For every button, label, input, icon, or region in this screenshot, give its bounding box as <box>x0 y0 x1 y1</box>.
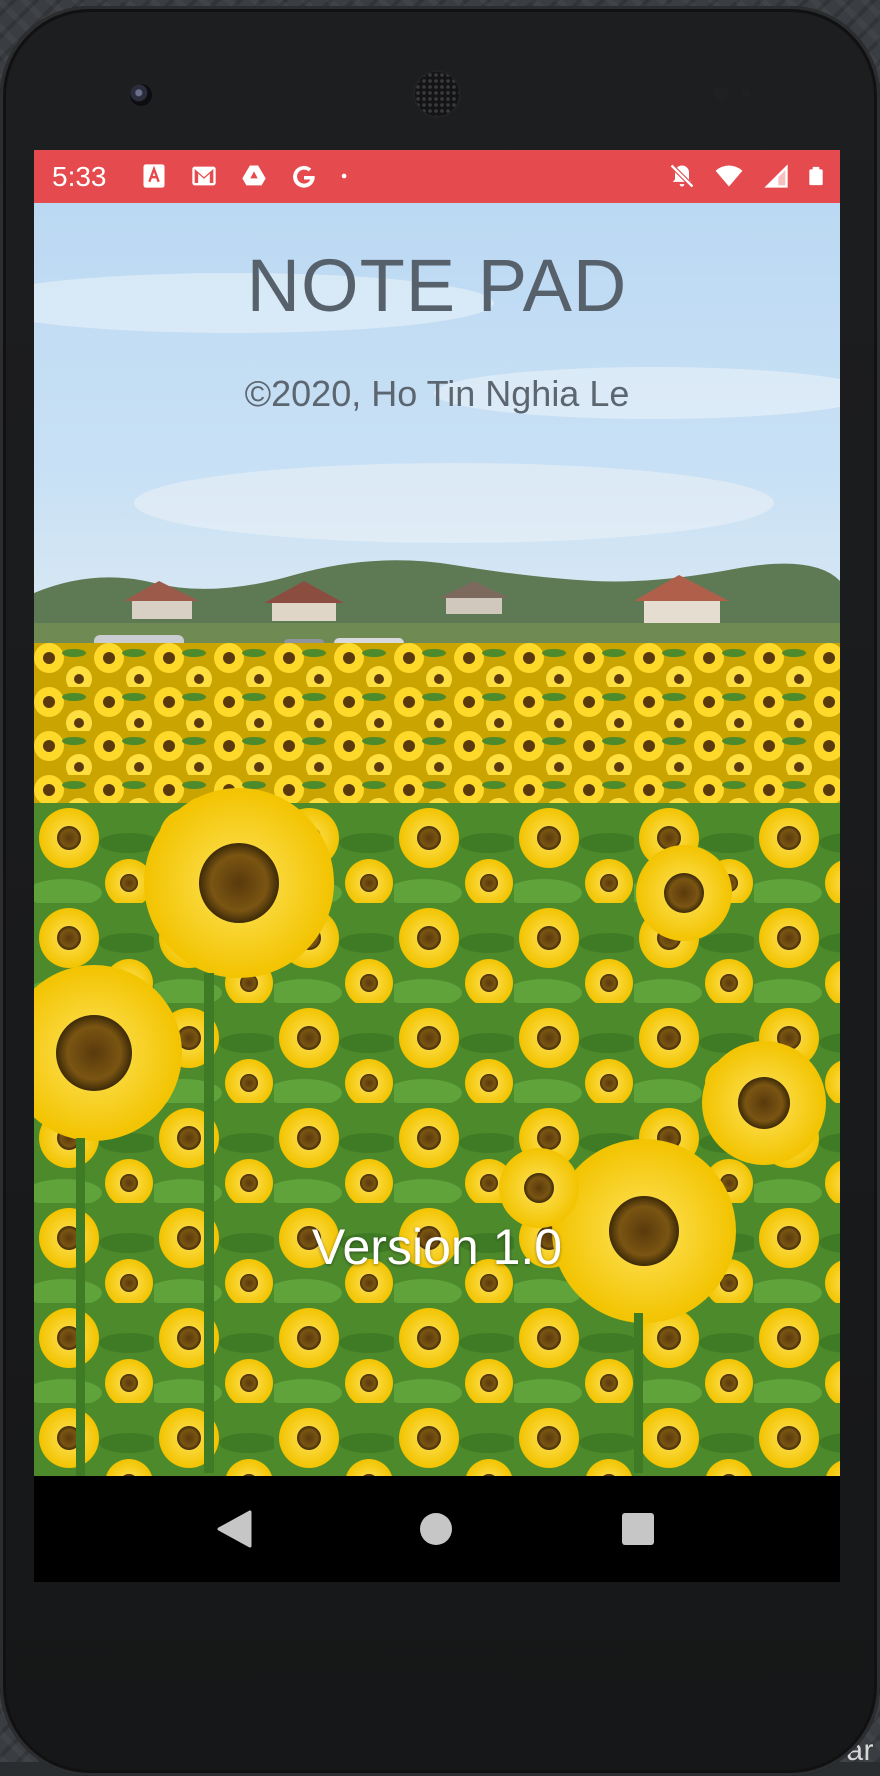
gmail-icon <box>192 166 216 186</box>
status-system-icons <box>668 162 826 190</box>
app-copyright: ©2020, Ho Tin Nghia Le <box>244 373 630 414</box>
front-camera <box>130 84 152 106</box>
proximity-sensor <box>714 86 728 100</box>
splash-screen: NOTE PAD ©2020, Ho Tin Nghia Le Version … <box>34 203 840 1476</box>
notification-dot-icon <box>341 173 347 179</box>
battery-icon <box>809 166 823 186</box>
wifi-icon <box>715 165 743 187</box>
recents-icon[interactable] <box>620 1510 656 1548</box>
status-notification-icons <box>140 162 354 190</box>
cell-signal-icon <box>764 164 788 188</box>
accessibility-icon <box>143 164 165 188</box>
status-time: 5:33 <box>52 161 107 192</box>
notifications-off-icon <box>669 163 695 189</box>
phone-frame: 5:33 NOTE PAD ©2020, Ho Tin Nghia Le Ver… <box>0 6 880 1776</box>
back-icon[interactable] <box>216 1510 252 1548</box>
status-bar: 5:33 <box>34 150 840 203</box>
drive-icon <box>242 165 266 186</box>
home-icon[interactable] <box>418 1510 454 1548</box>
navigation-bar <box>34 1476 840 1582</box>
app-title: NOTE PAD <box>246 244 628 327</box>
earpiece-speaker <box>415 72 459 116</box>
app-version: Version 1.0 <box>311 1219 563 1275</box>
device-screen: 5:33 NOTE PAD ©2020, Ho Tin Nghia Le Ver… <box>34 150 840 1582</box>
google-icon <box>293 165 315 188</box>
light-sensor <box>742 89 750 97</box>
